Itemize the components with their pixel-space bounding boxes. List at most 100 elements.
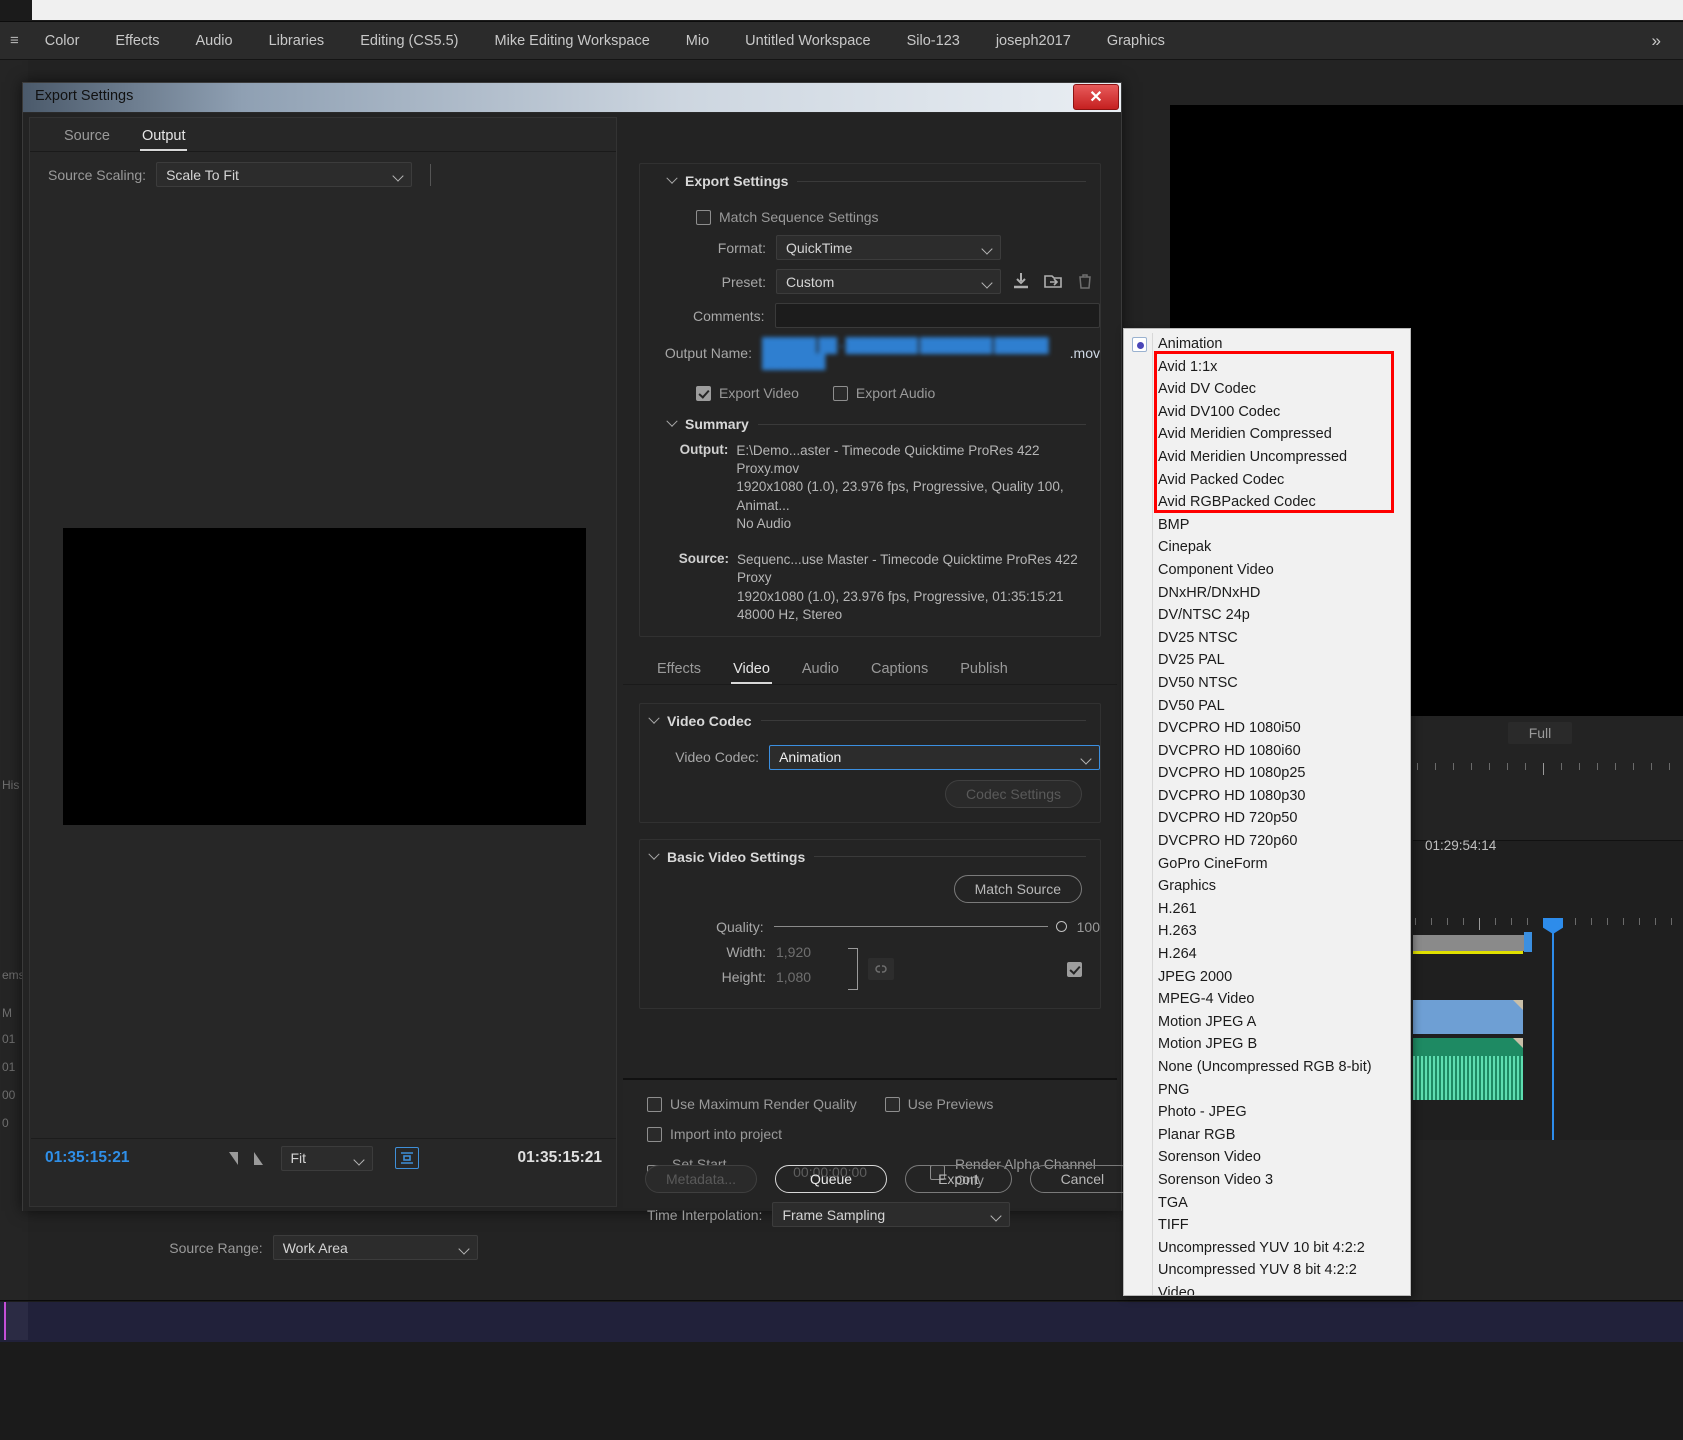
tab-source[interactable]: Source	[48, 128, 126, 151]
chevron-down-icon[interactable]	[666, 172, 678, 184]
codec-option-avid-dv100[interactable]: Avid DV100 Codec	[1124, 401, 1410, 424]
workspace-tab-libraries[interactable]: Libraries	[251, 33, 343, 49]
codec-option-mpeg4-video[interactable]: MPEG-4 Video	[1124, 988, 1410, 1011]
current-timecode[interactable]: 01:35:15:21	[45, 1149, 129, 1167]
export-audio-checkbox[interactable]	[832, 385, 848, 401]
workspace-tab-joseph2017[interactable]: joseph2017	[978, 33, 1089, 49]
codec-settings-button[interactable]: Codec Settings	[945, 779, 1082, 808]
dimension-lock-checkbox[interactable]	[1067, 961, 1082, 977]
codec-option-none-uncompressed-rgb-8bit[interactable]: None (Uncompressed RGB 8-bit)	[1124, 1056, 1410, 1079]
codec-option-dvcpro-hd-1080p30[interactable]: DVCPRO HD 1080p30	[1124, 785, 1410, 808]
in-point-icon[interactable]	[228, 1151, 238, 1165]
tab-video[interactable]: Video	[717, 661, 786, 684]
video-codec-select[interactable]: Animation	[769, 744, 1100, 770]
workspace-tab-untitled[interactable]: Untitled Workspace	[727, 33, 888, 49]
codec-option-dvcpro-hd-1080i50[interactable]: DVCPRO HD 1080i50	[1124, 717, 1410, 740]
metadata-button[interactable]: Metadata...	[645, 1165, 758, 1193]
codec-option-planar-rgb[interactable]: Planar RGB	[1124, 1124, 1410, 1147]
tab-output[interactable]: Output	[126, 128, 202, 151]
max-render-quality-row[interactable]: Use Maximum Render Quality	[647, 1096, 857, 1112]
codec-option-avid-meridien-compressed[interactable]: Avid Meridien Compressed	[1124, 423, 1410, 446]
time-interpolation-select[interactable]: Frame Sampling	[772, 1202, 1011, 1227]
output-name-value[interactable]: ██████ ██ - ████████ ████████ ██████ ███…	[762, 337, 1066, 369]
out-point-icon[interactable]	[253, 1151, 263, 1165]
codec-option-dv25-ntsc[interactable]: DV25 NTSC	[1124, 627, 1410, 650]
match-source-button[interactable]: Match Source	[953, 874, 1082, 903]
preset-select[interactable]: Custom	[776, 269, 1001, 294]
codec-option-video[interactable]: Video	[1124, 1282, 1410, 1295]
codec-option-avid-packed[interactable]: Avid Packed Codec	[1124, 469, 1410, 492]
import-into-project-row[interactable]: Import into project	[647, 1126, 1117, 1142]
source-range-select[interactable]: Work Area	[272, 1235, 478, 1260]
use-previews-row[interactable]: Use Previews	[884, 1096, 993, 1112]
codec-option-avid-dv[interactable]: Avid DV Codec	[1124, 378, 1410, 401]
cancel-button[interactable]: Cancel	[1029, 1165, 1136, 1193]
tab-audio[interactable]: Audio	[786, 661, 855, 684]
height-value[interactable]: 1,080	[776, 969, 811, 985]
codec-option-animation[interactable]: Animation	[1124, 333, 1410, 356]
quality-slider-knob[interactable]	[1055, 921, 1067, 933]
timeline-video-clip[interactable]	[1413, 1000, 1523, 1034]
tab-effects[interactable]: Effects	[641, 661, 717, 684]
workspace-tab-effects[interactable]: Effects	[97, 33, 177, 49]
taskbar-app-icon[interactable]	[4, 1302, 28, 1340]
comments-input[interactable]	[774, 303, 1100, 328]
source-scaling-select[interactable]: Scale To Fit	[156, 162, 413, 187]
export-video-checkbox[interactable]	[696, 385, 711, 401]
chevron-down-icon[interactable]	[648, 712, 660, 724]
workspace-tab-mio[interactable]: Mio	[668, 33, 727, 49]
codec-option-photo-jpeg[interactable]: Photo - JPEG	[1124, 1101, 1410, 1124]
codec-option-dvcpro-hd-1080i60[interactable]: DVCPRO HD 1080i60	[1124, 740, 1410, 763]
timeline-workarea-handle[interactable]	[1524, 932, 1532, 952]
program-quality-dropdown[interactable]: Full	[1508, 722, 1572, 744]
codec-option-h261[interactable]: H.261	[1124, 898, 1410, 921]
import-preset-icon[interactable]	[1043, 271, 1065, 293]
workspace-tab-audio[interactable]: Audio	[177, 33, 250, 49]
codec-option-graphics[interactable]: Graphics	[1124, 875, 1410, 898]
codec-option-dvcpro-hd-720p60[interactable]: DVCPRO HD 720p60	[1124, 830, 1410, 853]
link-dimensions-icon[interactable]	[868, 957, 894, 980]
export-video-row[interactable]: Export Video	[696, 385, 799, 401]
codec-option-cinepak[interactable]: Cinepak	[1124, 536, 1410, 559]
codec-option-h263[interactable]: H.263	[1124, 920, 1410, 943]
codec-option-motion-jpeg-a[interactable]: Motion JPEG A	[1124, 1011, 1410, 1034]
codec-option-jpeg-2000[interactable]: JPEG 2000	[1124, 966, 1410, 989]
save-preset-icon[interactable]	[1011, 271, 1033, 293]
codec-option-dv50-ntsc[interactable]: DV50 NTSC	[1124, 672, 1410, 695]
codec-option-dv50-pal[interactable]: DV50 PAL	[1124, 695, 1410, 718]
timeline-playhead[interactable]	[1552, 925, 1554, 1140]
quality-value[interactable]: 100	[1077, 919, 1100, 935]
video-codec-header[interactable]: Video Codec	[640, 704, 1100, 731]
fit-frame-icon[interactable]	[394, 1147, 419, 1169]
codec-option-bmp[interactable]: BMP	[1124, 514, 1410, 537]
hamburger-icon[interactable]: ≡	[0, 32, 27, 49]
tab-captions[interactable]: Captions	[855, 661, 944, 684]
workspace-tab-mike-editing[interactable]: Mike Editing Workspace	[477, 33, 668, 49]
codec-option-h264[interactable]: H.264	[1124, 943, 1410, 966]
codec-option-component-video[interactable]: Component Video	[1124, 559, 1410, 582]
use-previews-checkbox[interactable]	[884, 1096, 900, 1112]
zoom-level-select[interactable]: Fit	[280, 1145, 373, 1171]
codec-option-tga[interactable]: TGA	[1124, 1192, 1410, 1215]
codec-option-uncompressed-yuv-10bit[interactable]: Uncompressed YUV 10 bit 4:2:2	[1124, 1237, 1410, 1260]
program-time-ruler[interactable]	[1413, 763, 1683, 775]
codec-option-sorenson-video[interactable]: Sorenson Video	[1124, 1146, 1410, 1169]
format-select[interactable]: QuickTime	[776, 235, 1001, 260]
codec-option-png[interactable]: PNG	[1124, 1079, 1410, 1102]
codec-option-uncompressed-yuv-8bit[interactable]: Uncompressed YUV 8 bit 4:2:2	[1124, 1259, 1410, 1282]
summary-header[interactable]: Summary	[658, 407, 1100, 434]
codec-option-tiff[interactable]: TIFF	[1124, 1214, 1410, 1237]
codec-option-avid-rgbpacked[interactable]: Avid RGBPacked Codec	[1124, 491, 1410, 514]
tab-publish[interactable]: Publish	[944, 661, 1024, 684]
max-render-quality-checkbox[interactable]	[647, 1096, 662, 1112]
chevron-down-icon[interactable]	[666, 415, 678, 427]
workspace-tab-silo123[interactable]: Silo-123	[889, 33, 978, 49]
codec-option-sorenson-video-3[interactable]: Sorenson Video 3	[1124, 1169, 1410, 1192]
codec-dropdown-popup[interactable]: Animation Avid 1:1x Avid DV Codec Avid D…	[1123, 328, 1411, 1296]
export-button[interactable]: Export	[905, 1165, 1012, 1193]
codec-option-dvcpro-hd-720p50[interactable]: DVCPRO HD 720p50	[1124, 807, 1410, 830]
delete-preset-icon[interactable]	[1075, 271, 1097, 293]
export-settings-header[interactable]: Export Settings	[630, 164, 1100, 191]
workspace-tab-color[interactable]: Color	[27, 33, 98, 49]
basic-video-header[interactable]: Basic Video Settings	[640, 840, 1100, 867]
